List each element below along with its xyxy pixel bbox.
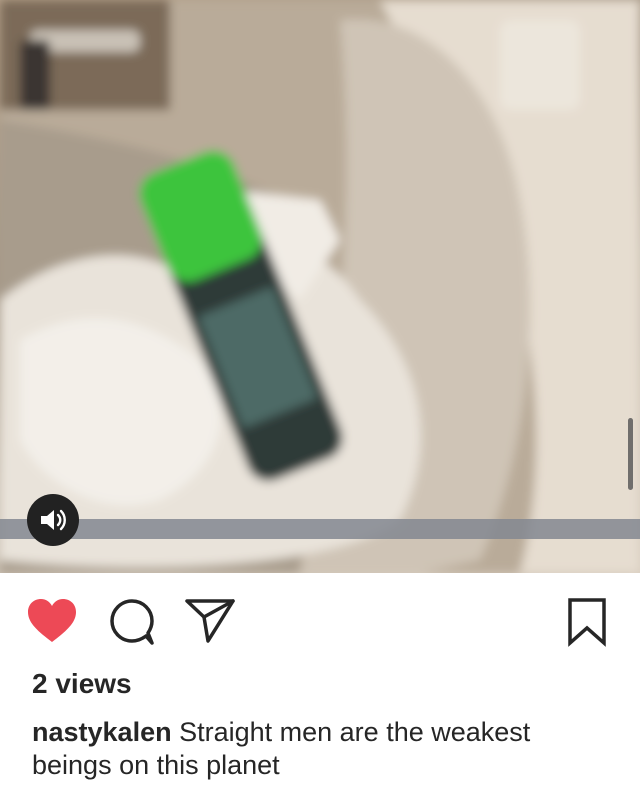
post-caption: nastykalen Straight men are the weakest …: [32, 716, 612, 782]
video-frame: [0, 0, 640, 573]
speaker-sound-icon: [41, 509, 66, 531]
action-bar: [0, 573, 640, 668]
bookmark-icon[interactable]: [566, 597, 608, 647]
sound-toggle-button[interactable]: [27, 494, 79, 546]
comment-bubble-icon[interactable]: [108, 597, 158, 647]
paper-plane-icon[interactable]: [184, 597, 236, 645]
video-progress-bar[interactable]: [0, 519, 640, 539]
caption-username[interactable]: nastykalen: [32, 717, 172, 747]
view-count: 2 views: [32, 668, 132, 699]
heart-filled-icon[interactable]: [26, 598, 78, 644]
video-player[interactable]: [0, 0, 640, 573]
scrollbar-handle[interactable]: [628, 418, 633, 490]
